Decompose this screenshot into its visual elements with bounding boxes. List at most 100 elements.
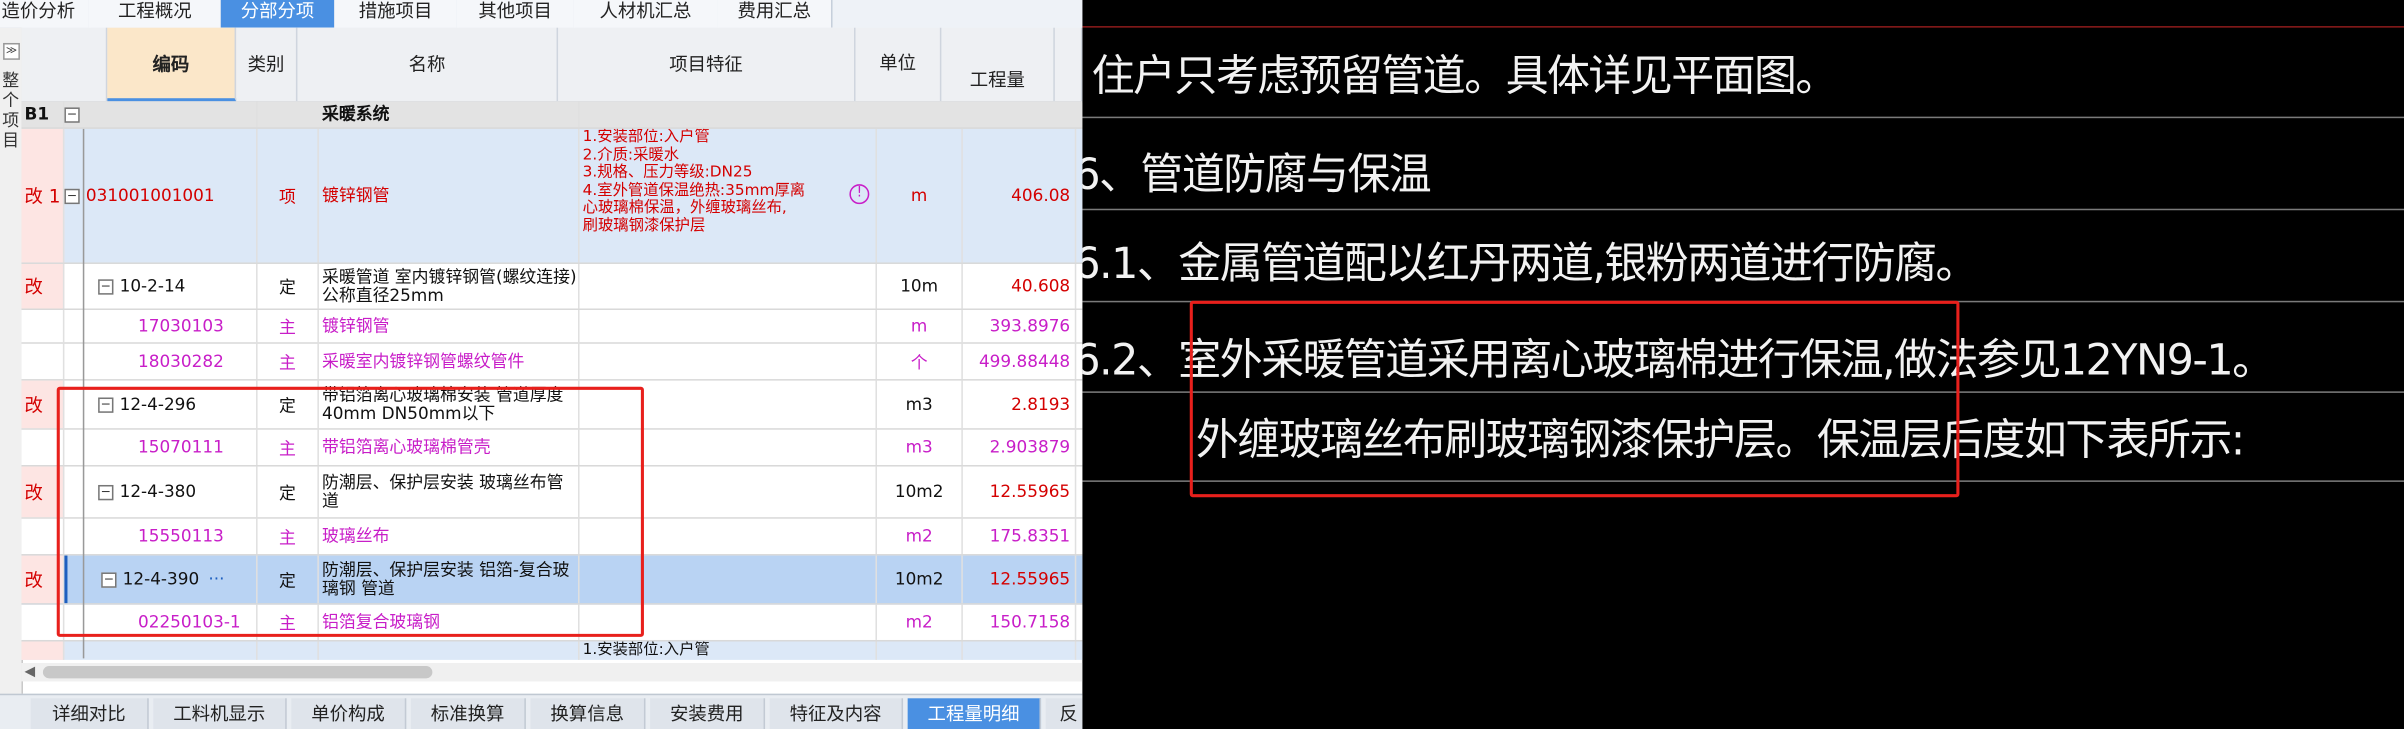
info-icon[interactable]: ! [849,184,870,205]
collapse-icon[interactable]: − [98,278,114,294]
cad-drawing-view[interactable]: 住户只考虑预留管道。具体详见平面图。 6、管道防腐与保温 6.1、金属管道配以红… [1082,0,2404,729]
table-row[interactable]: 改 −10-2-14 定 采暖管道 室内镀锌钢管(螺纹连接) 公称直径25mm … [21,263,1083,311]
row-code-text: 10-2-14 [119,276,186,297]
row-status [21,343,65,380]
tab-labor-material-display[interactable]: 工料机显示 [153,698,287,729]
row-qty[interactable]: 406.08 [963,128,1077,263]
header-type[interactable]: 类别 [236,27,298,102]
expand-panel-icon[interactable]: ≫ [3,42,20,60]
bottom-tab-bar: 详细对比 工料机显示 单价构成 标准换算 换算信息 安装费用 特征及内容 工程量… [0,693,1083,729]
row-qty[interactable]: 150.7158 [963,604,1077,640]
row-name[interactable] [319,641,580,660]
table-row[interactable]: 改 1 −031001001001 项 镀锌钢管 1.安装部位:入户管 2.介质… [21,128,1083,264]
row-features[interactable]: 1.安装部位:入户管 [580,641,877,660]
tab-standard-conversion[interactable]: 标准换算 [410,698,526,729]
row-unit: m [877,310,963,343]
cad-rule [1082,208,2404,211]
feature-line: 1.安装部位:入户管 [582,128,710,146]
row-features[interactable] [580,310,877,343]
grid-header: 编码 类别 名称 项目特征 单位 工程量 [21,27,1083,103]
row-qty[interactable]: 499.88448 [963,343,1077,380]
row-features[interactable]: 1.安装部位:入户管 2.介质:采暖水 3.规格、压力等级:DN25 4.室外管… [580,128,877,263]
feature-line: 1.安装部位:入户管 [582,641,710,659]
row-code[interactable]: 18030282 [64,343,258,380]
row-features[interactable] [580,343,877,380]
project-tree-strip: ≫ 整个项目 [0,27,23,703]
row-unit [877,641,963,660]
row-qty[interactable]: 40.608 [963,263,1077,309]
row-features[interactable] [580,263,877,309]
header-qty[interactable]: 工程量 [941,27,1055,102]
budget-software-window: 造价分析 工程概况 分部分项 措施项目 其他项目 人材机汇总 费用汇总 ≫ 整个… [0,0,1083,729]
tab-unit-price[interactable]: 单价构成 [291,698,407,729]
project-tree-label[interactable]: 整个项目 [2,71,20,151]
row-type: 定 [258,263,319,309]
cad-text-line: 6.1、金属管道配以红丹两道,银粉两道进行防腐。 [1082,237,1978,289]
row-code[interactable]: −10-2-14 [64,263,258,309]
group-expander[interactable]: − [64,101,258,128]
cad-text-line: 6、管道防腐与保温 [1082,148,1431,200]
scroll-left-icon[interactable]: ◀ [25,665,36,680]
tab-measures[interactable]: 措施项目 [334,0,459,28]
tab-install-fee[interactable]: 安装费用 [650,698,766,729]
row-name[interactable]: 镀锌钢管 [319,310,580,343]
tab-sub-items[interactable]: 分部分项 [220,0,336,28]
row-status [21,310,65,343]
highlight-box [56,386,644,637]
header-unit[interactable]: 单位 [856,27,942,102]
tab-other-items[interactable]: 其他项目 [456,0,575,28]
row-qty[interactable]: 12.55965 [963,555,1077,604]
tab-project-overview[interactable]: 工程概况 [88,0,223,28]
top-tab-bar: 造价分析 工程概况 分部分项 措施项目 其他项目 人材机汇总 费用汇总 [0,0,1083,30]
row-unit: m3 [877,380,963,429]
table-row[interactable]: 1.安装部位:入户管 [21,641,1083,660]
row-qty[interactable]: 2.903879 [963,429,1077,466]
header-name[interactable]: 名称 [297,27,559,102]
tab-cost-analysis[interactable]: 造价分析 [0,0,91,28]
tab-feature-content[interactable]: 特征及内容 [769,698,904,729]
row-unit: 10m2 [877,466,963,518]
row-code[interactable]: −031001001001 [64,128,258,263]
table-row[interactable]: 17030103 主 镀锌钢管 m 393.8976 [21,310,1083,344]
row-unit: 个 [877,343,963,380]
header-extra [1055,27,1083,102]
feature-line: 4.室外管道保温绝热:35mm厚离 [582,181,806,199]
cad-text-line: 住户只考虑预留管道。具体详见平面图。 [1091,50,1839,102]
tab-more[interactable]: 反 [1045,698,1083,729]
group-name: 采暖系统 [319,101,580,128]
row-qty[interactable] [963,641,1077,660]
row-name[interactable]: 镀锌钢管 [319,128,580,263]
row-code[interactable] [64,641,258,660]
row-type: 主 [258,343,319,380]
row-name[interactable]: 采暖管道 室内镀锌钢管(螺纹连接) 公称直径25mm [319,263,580,309]
header-status [21,27,108,102]
feature-line: 心玻璃棉保温，外缠玻璃丝布, [582,199,787,217]
header-feature[interactable]: 项目特征 [558,27,856,102]
row-qty[interactable]: 175.8351 [963,518,1077,555]
table-row[interactable]: 18030282 主 采暖室内镀锌钢管螺纹管件 个 499.88448 [21,343,1083,381]
row-unit: 10m [877,263,963,309]
row-code[interactable]: 17030103 [64,310,258,343]
tab-quantity-detail[interactable]: 工程量明细 [907,698,1042,729]
row-status: 改 [21,263,65,309]
collapse-icon[interactable]: − [64,106,80,123]
highlight-box [1189,300,1960,498]
collapse-icon[interactable]: − [64,188,80,204]
tab-conversion-info[interactable]: 换算信息 [530,698,646,729]
cad-rule [1082,116,2404,119]
row-name[interactable]: 采暖室内镀锌钢管螺纹管件 [319,343,580,380]
row-status: 改 1 [21,128,65,263]
horizontal-scrollbar[interactable]: ◀ [21,662,1083,682]
row-type: 项 [258,128,319,263]
row-qty[interactable]: 393.8976 [963,310,1077,343]
row-qty[interactable]: 2.8193 [963,380,1077,429]
tab-detail-compare[interactable]: 详细对比 [30,698,149,729]
group-row[interactable]: B1 − 采暖系统 [21,101,1083,129]
row-qty[interactable]: 12.55965 [963,466,1077,518]
row-code-text: 031001001001 [85,185,215,206]
row-type [258,641,319,660]
scrollbar-thumb[interactable] [42,666,433,679]
header-code[interactable]: 编码 [107,27,237,102]
tab-fee-summary[interactable]: 费用汇总 [717,0,833,28]
tab-labor-material-machine[interactable]: 人材机汇总 [573,0,720,28]
